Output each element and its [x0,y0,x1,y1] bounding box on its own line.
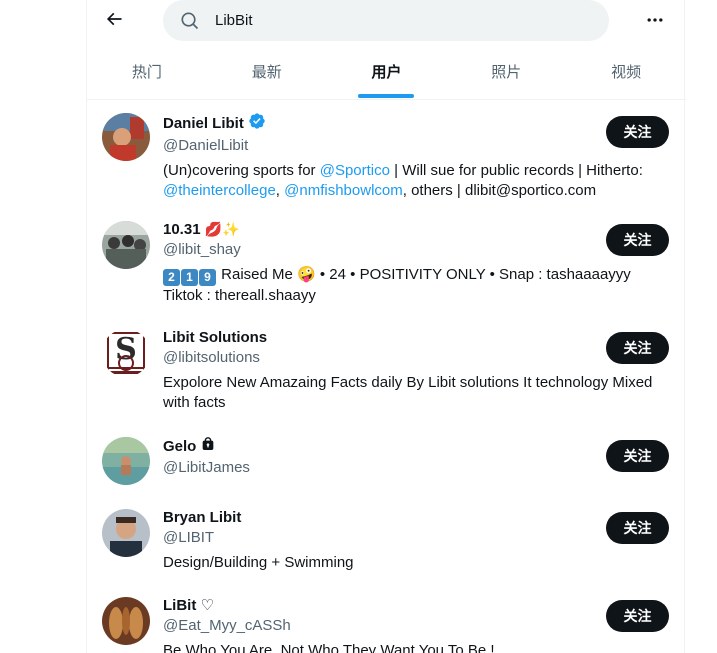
follow-button[interactable]: 关注 [606,512,669,544]
user-cell[interactable]: LiBit ♡ @Eat_Myy_cASSh Be Who You Are, N… [87,585,686,653]
user-display-name[interactable]: LiBit ♡ [163,596,214,616]
user-name-line: 10.31 💋✨ [163,220,663,240]
user-info: 10.31 💋✨ @libit_shay 219 Raised Me 🤪 • 2… [163,220,663,306]
tab-latest[interactable]: 最新 [207,44,327,99]
user-bio: Be Who You Are, Not Who They Want You To… [163,642,495,653]
avatar[interactable] [102,509,150,557]
follow-button[interactable]: 关注 [606,116,669,148]
back-button[interactable] [99,6,129,36]
user-name-line: Bryan Libit [163,508,663,528]
tab-people[interactable]: 用户 [327,44,447,99]
user-handle: @libitsolutions [163,349,260,366]
user-display-name[interactable]: 10.31 💋✨ [163,220,240,240]
user-display-name[interactable]: Gelo [163,437,196,457]
user-handle: @libit_shay [163,241,241,258]
user-name-line: Gelo [163,436,663,458]
more-options-button[interactable] [639,6,671,38]
user-name-line: LiBit ♡ [163,596,663,616]
user-info: Gelo @LibitJames [163,436,663,478]
avatar[interactable] [102,113,150,161]
tab-videos[interactable]: 视频 [566,44,686,99]
user-display-name[interactable]: Bryan Libit [163,508,241,528]
user-bio: Design/Building + Swimming [163,554,354,571]
user-info: Bryan Libit @LIBIT Design/Building + Swi… [163,508,663,573]
mention-link[interactable]: @Sportico [320,162,390,179]
keycap-digit: 9 [199,269,216,286]
follow-button[interactable]: 关注 [606,332,669,364]
user-handle: @LIBIT [163,529,215,546]
search-input[interactable] [215,12,575,29]
tab-photos[interactable]: 照片 [446,44,566,99]
search-icon [179,10,201,32]
search-header [87,0,686,44]
user-handle: @Eat_Myy_cASSh [163,617,291,634]
more-horizontal-icon [645,10,665,35]
mention-link[interactable]: @nmfishbowlcom [284,182,403,199]
user-handle: @DanielLibit [163,137,249,154]
user-handle: @LibitJames [163,459,250,476]
user-info: LiBit ♡ @Eat_Myy_cASSh Be Who You Are, N… [163,596,663,653]
user-bio: Expolore New Amazaing Facts daily By Lib… [163,374,653,411]
user-cell[interactable]: S Libit Solutions @libitsolutions Expolo… [87,317,686,425]
avatar[interactable]: S [102,329,150,377]
avatar[interactable] [102,597,150,645]
user-cell[interactable]: 10.31 💋✨ @libit_shay 219 Raised Me 🤪 • 2… [87,209,686,317]
arrow-left-icon [104,9,124,34]
search-tabs: 热门 最新 用户 照片 视频 [87,44,686,100]
keycap-digit: 2 [163,269,180,286]
user-bio: 219 Raised Me 🤪 • 24 • POSITIVITY ONLY •… [163,266,631,304]
avatar[interactable] [102,221,150,269]
user-display-name[interactable]: Libit Solutions [163,328,267,348]
keycap-digit: 1 [181,269,198,286]
user-name-line: Daniel Libit [163,112,663,136]
follow-button[interactable]: 关注 [606,600,669,632]
user-cell[interactable]: Daniel Libit @DanielLibit (Un)covering s… [87,101,686,209]
user-name-line: Libit Solutions [163,328,663,348]
avatar[interactable] [102,437,150,485]
lock-icon [200,436,216,458]
user-results-list: Daniel Libit @DanielLibit (Un)covering s… [87,101,686,653]
main-column: 热门 最新 用户 照片 视频 Daniel Libit [86,0,686,653]
verified-badge-icon [248,112,266,136]
tab-top[interactable]: 热门 [87,44,207,99]
user-cell[interactable]: Bryan Libit @LIBIT Design/Building + Swi… [87,497,686,585]
active-tab-indicator [358,94,415,98]
user-cell[interactable]: Gelo @LibitJames 关注 [87,425,686,497]
user-info: Libit Solutions @libitsolutions Expolore… [163,328,663,413]
user-display-name[interactable]: Daniel Libit [163,114,244,134]
search-box[interactable] [163,0,609,41]
mention-link[interactable]: @theintercollege [163,182,276,199]
user-bio: (Un)covering sports for @Sportico | Will… [163,162,643,199]
follow-button[interactable]: 关注 [606,224,669,256]
user-info: Daniel Libit @DanielLibit (Un)covering s… [163,112,663,201]
follow-button[interactable]: 关注 [606,440,669,472]
